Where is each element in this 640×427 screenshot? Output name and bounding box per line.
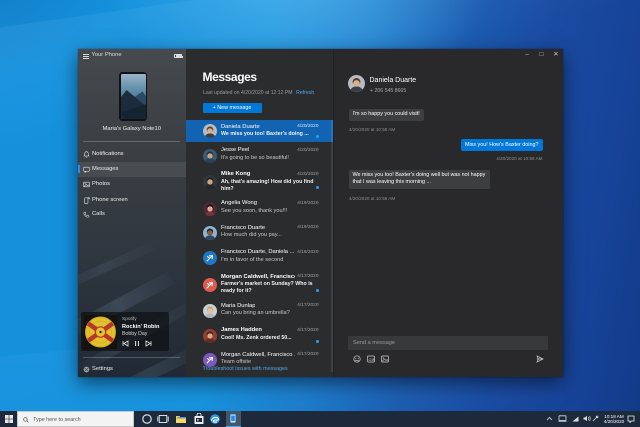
svg-text:GIF: GIF <box>369 357 376 362</box>
